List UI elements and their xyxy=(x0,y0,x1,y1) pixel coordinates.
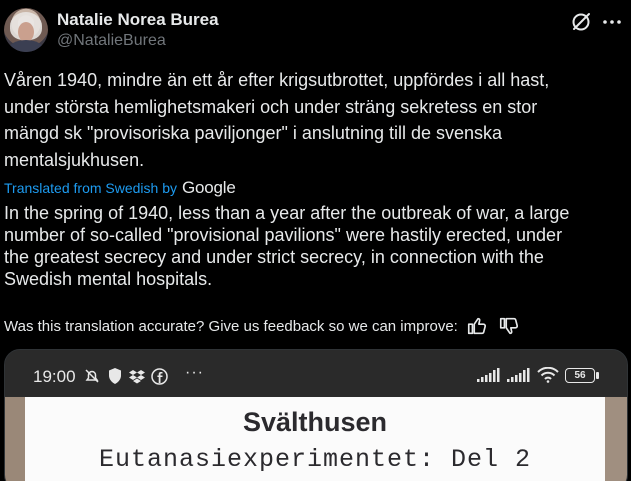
document-title: Svälthusen xyxy=(242,407,388,437)
status-time: 19:00 xyxy=(33,367,76,386)
avatar[interactable] xyxy=(4,8,48,52)
translation-feedback: Was this translation accurate? Give us f… xyxy=(4,314,520,338)
author-handle[interactable]: @NatalieBurea xyxy=(57,32,166,50)
thumbs-up-icon[interactable] xyxy=(466,315,488,337)
post-text-original: Våren 1940, mindre än ett år efter krigs… xyxy=(4,70,550,170)
signal-icon xyxy=(477,368,500,382)
phone-status-bar: 19:00 ··· 56 xyxy=(5,350,627,396)
thumbs-down-icon[interactable] xyxy=(498,315,520,337)
translation-attribution: Translated from Swedish by Google xyxy=(4,177,236,199)
author-name[interactable]: Natalie Norea Burea xyxy=(57,10,219,30)
signal-icon-2 xyxy=(507,368,530,382)
facebook-icon xyxy=(151,367,168,385)
post-text-translated: In the spring of 1940, less than a year … xyxy=(4,203,570,289)
shield-icon xyxy=(109,368,121,384)
translated-from-label[interactable]: Translated from Swedish by xyxy=(4,180,177,196)
more-icon[interactable] xyxy=(601,10,623,34)
bell-muted-icon xyxy=(85,369,99,383)
status-more-dots: ··· xyxy=(185,364,204,381)
feedback-prompt: Was this translation accurate? Give us f… xyxy=(4,317,458,335)
google-logo: Google xyxy=(182,178,236,197)
grok-icon[interactable] xyxy=(569,10,593,34)
post-header: Natalie Norea Burea @NatalieBurea xyxy=(4,6,623,54)
dropbox-icon xyxy=(129,370,145,384)
wifi-icon xyxy=(537,367,559,383)
post-view: Natalie Norea Burea @NatalieBurea Våren … xyxy=(0,0,631,481)
document-page: Svälthusen Eutanasiexperimentet: Del 2 xyxy=(25,397,605,481)
battery-icon: 56 xyxy=(565,367,599,383)
document-subtitle: Eutanasiexperimentet: Del 2 xyxy=(98,445,532,474)
post-media-image[interactable]: 19:00 ··· 56 Svälthusen Eutanasiexperime… xyxy=(4,349,628,481)
